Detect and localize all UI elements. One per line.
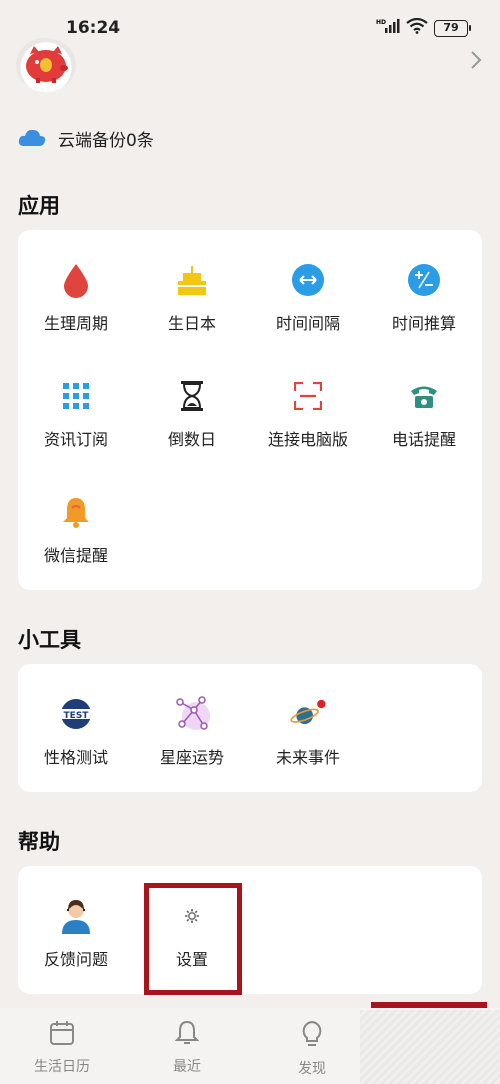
nav-label: 最近	[173, 1059, 201, 1075]
signal-icon: HD	[376, 18, 400, 38]
interval-arrows-icon	[288, 260, 328, 300]
status-icons: HD 79	[376, 17, 471, 38]
nav-item-calendar[interactable]: 生活日历	[12, 1020, 112, 1076]
app-label: 电话提醒	[391, 430, 456, 449]
apps-section-title: 应用	[18, 194, 60, 218]
app-label: 生日本	[167, 314, 216, 333]
app-label: 时间推算	[391, 314, 456, 333]
nav-label: 生活日历	[34, 1059, 90, 1075]
help-label: 反馈问题	[43, 950, 108, 969]
calendar-icon	[49, 1020, 75, 1050]
scan-frame-icon	[288, 376, 328, 416]
watermark	[360, 1010, 500, 1084]
svg-text:TEST: TEST	[64, 711, 90, 721]
tool-item-horoscope[interactable]: 星座运势	[134, 664, 250, 774]
app-item-time-calc[interactable]: 时间推算	[366, 230, 482, 340]
app-item-interval[interactable]: 时间间隔	[250, 230, 366, 340]
cloud-backup-label: 云端备份0条	[58, 131, 154, 151]
app-label: 倒数日	[167, 430, 216, 449]
cloud-backup-row[interactable]: 云端备份0条	[18, 126, 154, 151]
tool-item-personality[interactable]: TEST 性格测试	[18, 664, 134, 774]
grid-dots-icon	[56, 376, 96, 416]
birthday-cake-icon	[172, 260, 212, 300]
app-label: 资讯订阅	[43, 430, 108, 449]
pig-icon	[26, 46, 68, 83]
bell-icon	[56, 492, 96, 532]
nav-item-discover[interactable]: 发现	[262, 1020, 362, 1078]
app-item-wechat-reminder[interactable]: 微信提醒	[18, 462, 134, 572]
status-time: 16:24	[66, 18, 121, 38]
constellation-icon	[172, 694, 212, 734]
app-label: 连接电脑版	[267, 430, 348, 449]
tool-item-future-events[interactable]: 未来事件	[250, 664, 366, 774]
help-section-title: 帮助	[18, 830, 60, 854]
tool-label: 未来事件	[275, 748, 340, 767]
app-item-birthday[interactable]: 生日本	[134, 230, 250, 340]
app-label: 时间间隔	[275, 314, 340, 333]
nav-item-recent[interactable]: 最近	[137, 1020, 237, 1076]
app-item-menstrual[interactable]: 生理周期	[18, 230, 134, 340]
tools-section-title: 小工具	[18, 628, 81, 652]
bell-icon	[174, 1020, 200, 1050]
test-badge-icon: TEST	[56, 694, 96, 734]
help-item-feedback[interactable]: 反馈问题	[18, 866, 134, 976]
lightbulb-icon	[300, 1020, 324, 1052]
svg-text:HD: HD	[376, 19, 386, 26]
cloud-icon	[18, 127, 46, 151]
hourglass-icon	[172, 376, 212, 416]
app-item-news[interactable]: 资讯订阅	[18, 346, 134, 456]
customer-service-icon	[56, 896, 96, 936]
apps-card: 生理周期 生日本 时间间隔 时间推算 资讯订阅 倒数日 连接电脑版 电话提醒 微…	[18, 230, 482, 590]
wifi-icon	[406, 17, 428, 38]
highlight-box	[144, 883, 242, 995]
help-card: 反馈问题 设置	[18, 866, 482, 994]
app-item-pc-connect[interactable]: 连接电脑版	[250, 346, 366, 456]
nav-label: 发现	[298, 1061, 326, 1077]
blood-drop-icon	[56, 260, 96, 300]
tool-label: 性格测试	[43, 748, 108, 767]
plus-minus-icon	[404, 260, 444, 300]
tool-label: 星座运势	[159, 748, 224, 767]
app-label: 微信提醒	[43, 546, 108, 565]
app-item-phone-reminder[interactable]: 电话提醒	[366, 346, 482, 456]
chevron-right-icon[interactable]	[470, 50, 482, 74]
planet-icon	[288, 694, 328, 734]
avatar[interactable]	[16, 38, 76, 92]
tools-card: TEST 性格测试 星座运势 未来事件	[18, 664, 482, 792]
app-item-countdown[interactable]: 倒数日	[134, 346, 250, 456]
app-label: 生理周期	[43, 314, 108, 333]
telephone-icon	[404, 376, 444, 416]
battery-indicator: 79	[434, 19, 471, 37]
